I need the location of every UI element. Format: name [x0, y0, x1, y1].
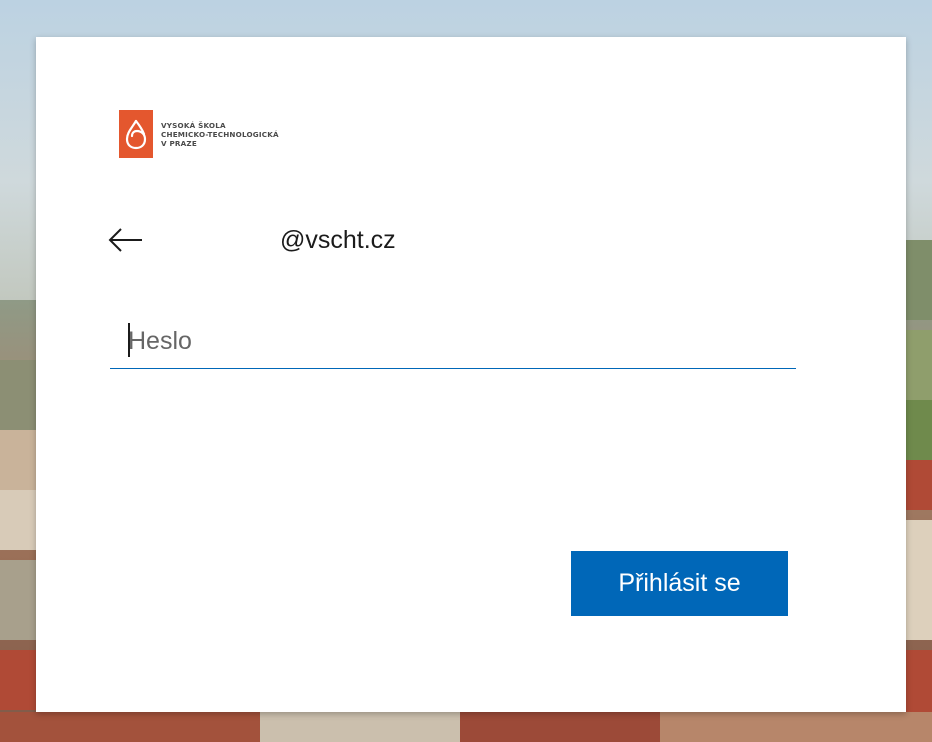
- password-input[interactable]: [110, 311, 796, 368]
- sign-in-card: VYSOKÁ ŠKOLA CHEMICKO-TECHNOLOGICKÁ V PR…: [36, 37, 906, 712]
- org-name-line: VYSOKÁ ŠKOLA: [161, 120, 226, 130]
- drop-logo-icon: [119, 110, 153, 158]
- back-button[interactable]: [108, 220, 156, 260]
- org-name-line: V PRAZE: [161, 138, 197, 148]
- sign-in-button[interactable]: Přihlásit se: [571, 551, 788, 616]
- identity-banner: @vscht.cz: [108, 220, 396, 260]
- text-caret: [128, 323, 130, 357]
- arrow-left-icon: [108, 228, 142, 252]
- identity-email: @vscht.cz: [280, 225, 396, 254]
- org-name-line: CHEMICKO-TECHNOLOGICKÁ: [161, 129, 279, 139]
- org-logo: VYSOKÁ ŠKOLA CHEMICKO-TECHNOLOGICKÁ V PR…: [119, 110, 279, 158]
- password-field[interactable]: [110, 311, 796, 369]
- org-name: VYSOKÁ ŠKOLA CHEMICKO-TECHNOLOGICKÁ V PR…: [161, 121, 279, 148]
